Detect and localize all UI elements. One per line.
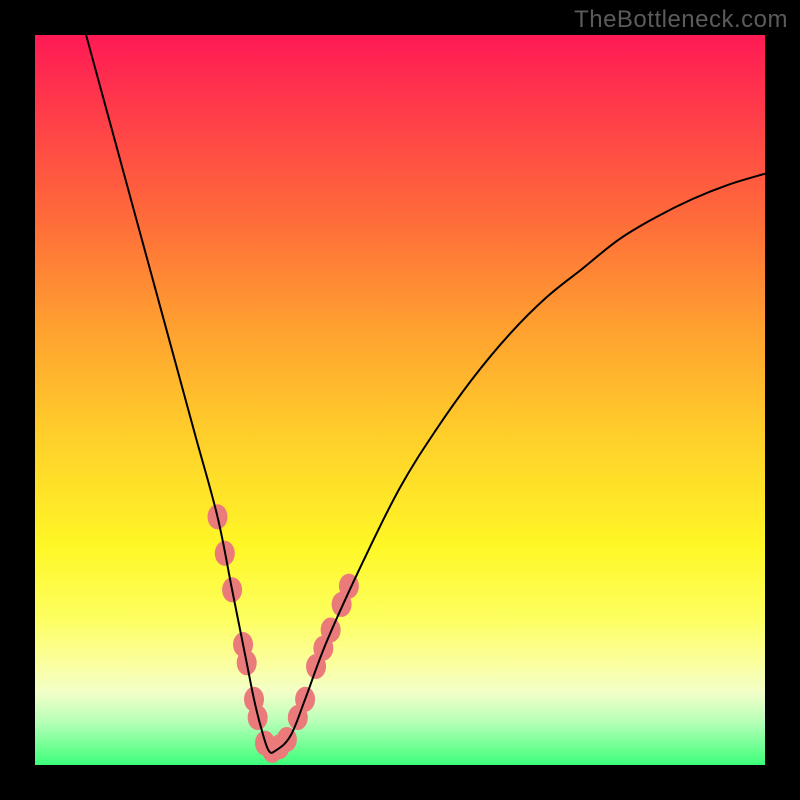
chart-svg xyxy=(35,35,765,765)
chart-curve xyxy=(86,35,765,753)
plot-area xyxy=(35,35,765,765)
chart-frame: TheBottleneck.com xyxy=(0,0,800,800)
chart-markers xyxy=(208,504,359,763)
watermark-text: TheBottleneck.com xyxy=(574,6,788,34)
